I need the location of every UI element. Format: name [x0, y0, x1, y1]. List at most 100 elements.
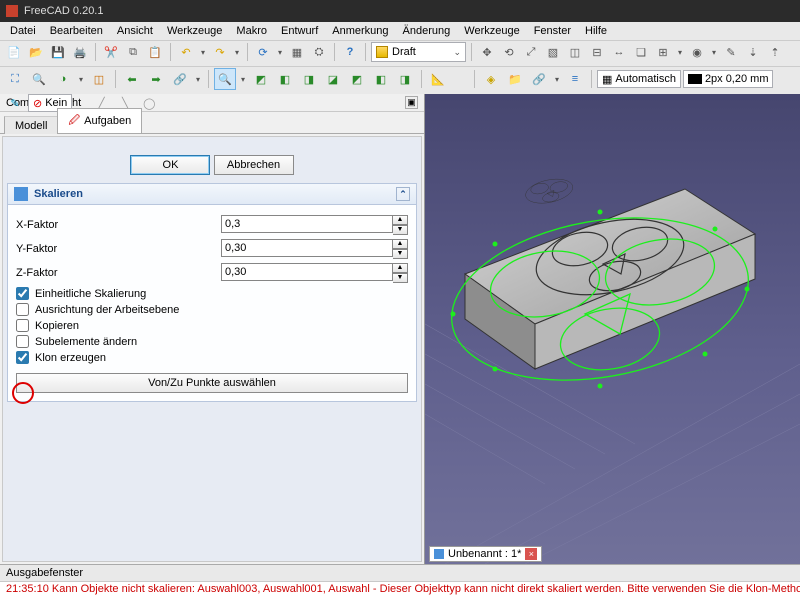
menu-macro[interactable]: Makro — [230, 24, 273, 38]
view-bottom-icon[interactable]: ◧ — [370, 68, 392, 90]
menu-tools[interactable]: Werkzeuge — [161, 24, 228, 38]
z-factor-field[interactable] — [221, 263, 393, 281]
move-icon[interactable]: ✥ — [477, 42, 497, 62]
refresh-icon[interactable]: ⟳ — [253, 42, 273, 62]
save-icon[interactable]: 💾 — [48, 42, 68, 62]
menu-annot[interactable]: Anmerkung — [326, 24, 394, 38]
menu-file[interactable]: Datei — [4, 24, 42, 38]
pick-points-button[interactable]: Von/Zu Punkte auswählen — [16, 373, 408, 393]
open-file-icon[interactable]: 📂 — [26, 42, 46, 62]
uniform-check[interactable] — [16, 287, 29, 300]
close-tab-icon[interactable]: × — [525, 548, 537, 560]
workbench-selector[interactable]: Draft ⌄ — [371, 42, 466, 62]
trim-icon[interactable]: ⊟ — [587, 42, 607, 62]
undo-icon[interactable]: ↶ — [176, 42, 196, 62]
menu-tools2[interactable]: Werkzeuge — [458, 24, 525, 38]
uniform-checkbox[interactable]: Einheitliche Skalierung — [16, 287, 408, 300]
link2-icon[interactable]: 🔗 — [528, 68, 550, 90]
y-up-icon[interactable]: ▲ — [393, 239, 408, 249]
wp-checkbox[interactable]: Ausrichtung der Arbeitsebene — [16, 303, 408, 316]
y-down-icon[interactable]: ▼ — [393, 249, 408, 259]
undo-dropdown-icon[interactable]: ▾ — [198, 42, 208, 62]
iso-view-icon[interactable]: 🔍 — [214, 68, 236, 90]
part-icon[interactable]: ◈ — [480, 68, 502, 90]
view-right-icon[interactable]: ◪ — [322, 68, 344, 90]
iso-dropdown-icon[interactable]: ▾ — [238, 69, 248, 89]
y-factor-input[interactable]: ▲▼ — [221, 239, 408, 259]
collapse-icon[interactable]: ⌃ — [396, 187, 410, 201]
new-file-icon[interactable]: 📄 — [4, 42, 24, 62]
x-factor-input[interactable]: ▲▼ — [221, 215, 408, 235]
viewport-3d[interactable]: Unbenannt : 1* × — [425, 94, 800, 564]
view-rear-icon[interactable]: ◩ — [346, 68, 368, 90]
wp-check[interactable] — [16, 303, 29, 316]
clone-icon[interactable]: ❏ — [631, 42, 651, 62]
panel-collapse-icon[interactable]: ▣ — [405, 96, 418, 109]
copy-checkbox[interactable]: Kopieren — [16, 319, 408, 332]
settings-icon[interactable]: ⛭ — [309, 42, 329, 62]
varset-icon[interactable]: ≡ — [564, 68, 586, 90]
group-icon[interactable]: 📁 — [504, 68, 526, 90]
clone-checkbox[interactable]: Klon erzeugen — [16, 351, 408, 364]
cancel-button[interactable]: Abbrechen — [214, 155, 294, 175]
z-factor-input[interactable]: ▲▼ — [221, 263, 408, 283]
patharray-icon[interactable]: ◉ — [687, 42, 707, 62]
view-left-icon[interactable]: ◨ — [394, 68, 416, 90]
menu-view[interactable]: Ansicht — [111, 24, 159, 38]
tab-model[interactable]: Modell — [4, 116, 58, 134]
nav-fwd-icon[interactable]: ➡ — [145, 68, 167, 90]
refresh-dropdown-icon[interactable]: ▾ — [275, 42, 285, 62]
snap-auto-button[interactable]: ▦ Automatisch — [597, 70, 681, 88]
offset-icon[interactable]: ◫ — [565, 42, 585, 62]
redo-icon[interactable]: ↷ — [210, 42, 230, 62]
nav-back-icon[interactable]: ⬅ — [121, 68, 143, 90]
drawstyle-dropdown-icon[interactable]: ▾ — [76, 69, 86, 89]
print-icon[interactable]: 🖨️ — [70, 42, 90, 62]
macro-icon[interactable]: ▦ — [287, 42, 307, 62]
link-dropdown-icon[interactable]: ▾ — [193, 69, 203, 89]
copy-icon[interactable]: ⧉ — [123, 42, 143, 62]
view-iso-icon[interactable]: ◩ — [250, 68, 272, 90]
cut-icon[interactable]: ✂️ — [101, 42, 121, 62]
array-icon[interactable]: ⊞ — [653, 42, 673, 62]
scale-section-header[interactable]: Skalieren ⌃ — [8, 184, 416, 205]
x-down-icon[interactable]: ▼ — [393, 225, 408, 235]
y-factor-field[interactable] — [221, 239, 393, 257]
view-top-icon[interactable]: ◨ — [298, 68, 320, 90]
drawstyle-icon[interactable]: ◑ — [52, 68, 74, 90]
fit-all-icon[interactable]: ⛶ — [4, 68, 26, 90]
link-icon[interactable]: 🔗 — [169, 68, 191, 90]
menu-modify[interactable]: Änderung — [397, 24, 457, 38]
menu-edit[interactable]: Bearbeiten — [44, 24, 109, 38]
copy-check[interactable] — [16, 319, 29, 332]
rotate-icon[interactable]: ⟲ — [499, 42, 519, 62]
array-dropdown-icon[interactable]: ▾ — [675, 42, 685, 62]
upgrade-icon[interactable]: ⇡ — [765, 42, 785, 62]
z-down-icon[interactable]: ▼ — [393, 273, 408, 283]
menu-draft[interactable]: Entwurf — [275, 24, 324, 38]
help-icon[interactable]: ? — [340, 42, 360, 62]
view-front-icon[interactable]: ◧ — [274, 68, 296, 90]
tab-tasks[interactable]: 🖉Aufgaben — [57, 108, 142, 133]
patharray-dropdown-icon[interactable]: ▾ — [709, 42, 719, 62]
x-factor-field[interactable] — [221, 215, 393, 233]
paste-icon[interactable]: 📋 — [145, 42, 165, 62]
construction-icon[interactable]: ✎ — [4, 92, 26, 114]
downgrade-icon[interactable]: ⇣ — [743, 42, 763, 62]
ok-button[interactable]: OK — [130, 155, 210, 175]
bbox-icon[interactable]: ◫ — [88, 68, 110, 90]
clone-check[interactable] — [16, 351, 29, 364]
fit-sel-icon[interactable]: 🔍 — [28, 68, 50, 90]
edit-icon[interactable]: ✎ — [721, 42, 741, 62]
document-tab[interactable]: Unbenannt : 1* × — [429, 546, 542, 562]
redo-dropdown-icon[interactable]: ▾ — [232, 42, 242, 62]
x-up-icon[interactable]: ▲ — [393, 215, 408, 225]
stretch-icon[interactable]: ↔ — [609, 42, 629, 62]
z-up-icon[interactable]: ▲ — [393, 263, 408, 273]
menu-help[interactable]: Hilfe — [579, 24, 613, 38]
mirror-icon[interactable]: ▧ — [543, 42, 563, 62]
scale-icon[interactable]: ⤢ — [521, 42, 541, 62]
measure-icon[interactable]: 📐 — [427, 68, 449, 90]
subel-checkbox[interactable]: Subelemente ändern — [16, 335, 408, 348]
menu-window[interactable]: Fenster — [528, 24, 577, 38]
